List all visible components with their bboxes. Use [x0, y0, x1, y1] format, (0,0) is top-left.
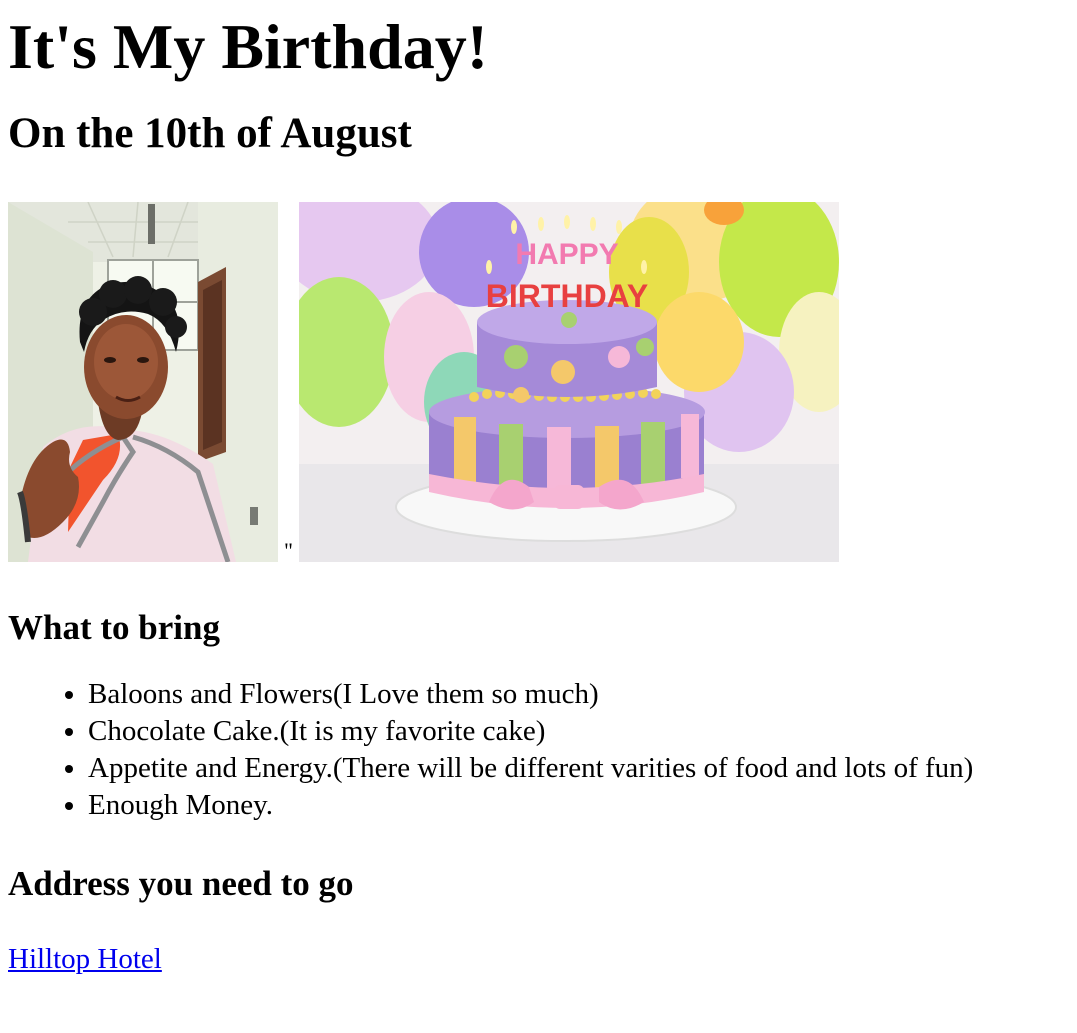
hilltop-hotel-link[interactable]: Hilltop Hotel — [8, 942, 162, 976]
birthday-cake-photo: HAPPY BIRTHDAY — [299, 202, 839, 562]
list-item: Baloons and Flowers(I Love them so much) — [88, 676, 1069, 713]
list-item: Appetite and Energy.(There will be diffe… — [88, 750, 1069, 787]
list-item: Enough Money. — [88, 787, 1069, 824]
page-subtitle: On the 10th of August — [8, 110, 412, 157]
page-title: It's My Birthday! — [8, 11, 488, 82]
what-to-bring-heading: What to bring — [8, 608, 220, 647]
address-heading: Address you need to go — [8, 864, 354, 903]
cake-topper-line2: BIRTHDAY — [486, 278, 648, 314]
photo-row: " HAPPY BIRTHDAY — [8, 202, 1069, 562]
person-photo — [8, 202, 278, 562]
page-content: It's My Birthday! On the 10th of August — [0, 0, 1077, 976]
cake-topper-line1: HAPPY — [515, 238, 618, 271]
stray-quote-text: " — [284, 538, 293, 563]
list-item: Chocolate Cake.(It is my favorite cake) — [88, 713, 1069, 750]
bring-list: Baloons and Flowers(I Love them so much)… — [8, 676, 1069, 824]
